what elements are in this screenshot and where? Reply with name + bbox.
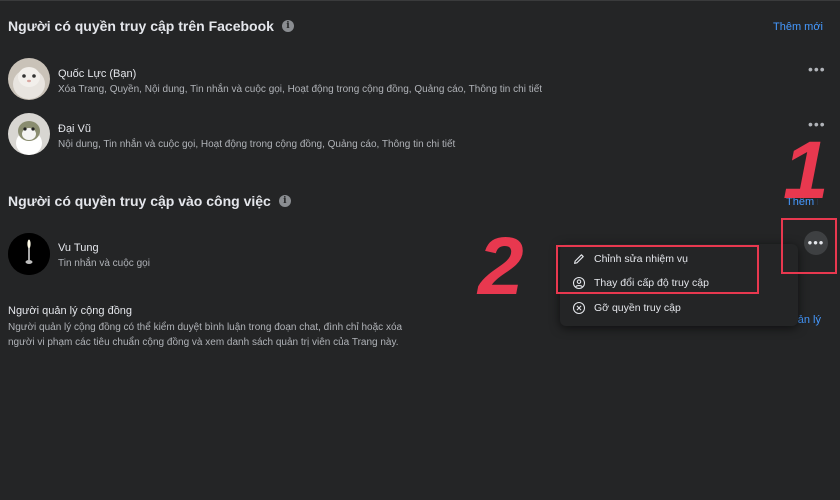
community-manager-title: Người quản lý cộng đồng [8,305,133,317]
section-title-facebook-access: Người có quyền truy cập trên Facebook i [8,18,294,34]
info-icon[interactable]: i [281,20,294,32]
person-name[interactable]: Quốc Lực (Bạn) [58,68,136,80]
more-options-button[interactable]: ••• [808,62,826,76]
avatar[interactable] [8,113,50,155]
avatar[interactable] [8,58,50,100]
cat-avatar-icon [8,58,50,100]
menu-item-label: Gỡ quyền truy cập [594,302,681,314]
add-new-facebook-link[interactable]: Thêm mới [773,21,823,33]
person-name[interactable]: Đại Vũ [58,123,91,135]
manage-community-link[interactable]: Quản lý [797,314,821,326]
community-description-line2: người vi phạm các tiêu chuẩn cộng đồng v… [8,337,399,348]
close-circle-icon [572,301,586,315]
menu-item-remove-access[interactable]: Gỡ quyền truy cập [572,301,681,315]
candle-avatar-icon [8,233,50,275]
person-name[interactable]: Vu Tung [58,242,99,254]
annotation-step-1: 1 [783,125,829,216]
highlight-box-more-button [781,218,837,274]
person-permissions: Nội dung, Tin nhắn và cuộc gọi, Hoạt độn… [58,139,456,150]
cat-avatar-icon [8,113,50,155]
section-title-work-access: Người có quyền truy cập vào công việc i [8,193,291,209]
info-icon[interactable]: i [278,195,291,207]
avatar[interactable] [8,233,50,275]
annotation-step-2: 2 [478,221,524,312]
section-title-text: Người có quyền truy cập vào công việc [8,193,271,209]
section-title-text: Người có quyền truy cập trên Facebook [8,18,274,34]
highlight-box-menu-items [556,245,759,294]
community-description-line1: Người quản lý cộng đồng có thể kiểm duyệ… [8,322,403,333]
top-divider [0,0,840,1]
person-permissions: Xóa Trang, Quyền, Nội dung, Tin nhắn và … [58,84,543,95]
person-permissions: Tin nhắn và cuộc gọi [58,258,150,269]
